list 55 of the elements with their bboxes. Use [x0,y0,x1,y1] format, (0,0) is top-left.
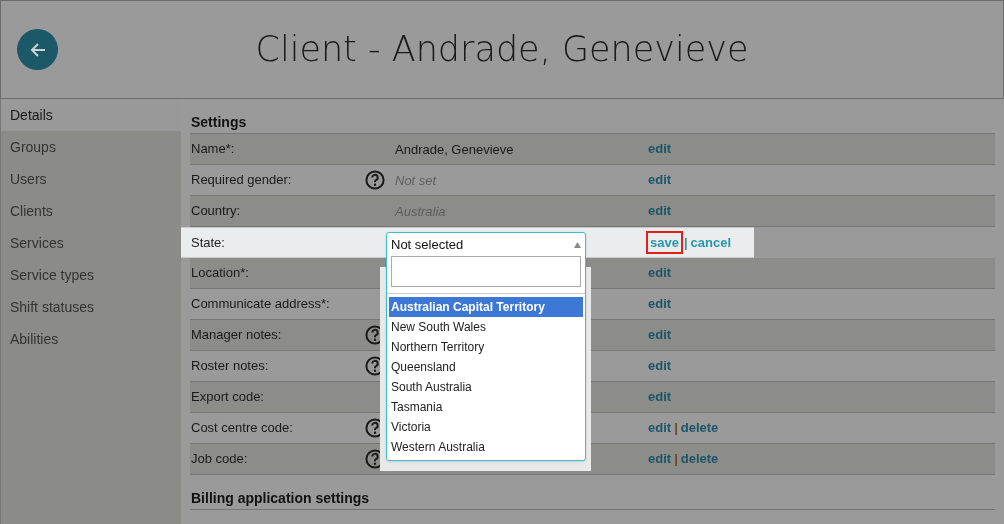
link-separator: | [674,450,678,469]
back-arrow-icon [28,40,47,59]
section-heading: Billing application settings [190,475,995,510]
dropdown-option[interactable]: Northern Territory [389,337,583,357]
field-label: State: [191,233,226,252]
field-label: Export code: [191,388,265,407]
field-label: Required gender: [191,171,293,190]
dropdown-option[interactable]: Tasmania [389,397,583,417]
field-label: Name*: [191,140,236,159]
field-value: Not set [395,173,437,188]
action-link[interactable]: edit [648,387,672,407]
dropdown-option[interactable]: South Australia [389,377,583,397]
field-label: Job code: [191,450,249,469]
sidebar-item[interactable]: Users [1,163,181,195]
sidebar-item[interactable]: Abilities [1,323,181,355]
sidebar-item[interactable]: Clients [1,195,181,227]
action-link[interactable]: edit [648,170,672,190]
field-label: Cost centre code: [191,419,294,438]
dropdown-option[interactable]: Victoria [389,417,583,437]
action-link[interactable]: edit [648,139,672,159]
back-button[interactable] [17,29,58,70]
action-link[interactable]: edit [648,449,672,469]
field-label: Roster notes: [191,357,270,376]
field-label: Location*: [191,264,250,283]
sidebar-item[interactable]: Shift statuses [1,291,181,323]
select-value: Not selected [391,235,464,254]
action-link[interactable]: edit [648,418,672,438]
search-field[interactable] [391,256,581,287]
field-label: Country: [191,202,242,221]
action-link[interactable]: edit [648,356,672,376]
help-icon[interactable] [365,170,385,190]
link-separator: | [683,233,688,252]
action-link[interactable]: edit [648,325,672,345]
dropdown-option[interactable]: Queensland [389,357,583,377]
state-dropdown[interactable]: Not selected Australian Capital Territory New South Wales Northern Territory Queensland South Australia Tasmania Victoria Western Australia [386,232,586,461]
action-link[interactable]: cancel [690,232,732,253]
sidebar-item[interactable]: Services [1,227,181,259]
sidebar-item[interactable]: Details [1,99,181,131]
action-link[interactable]: edit [648,201,672,221]
caret-icon [574,241,581,248]
save-link[interactable]: save [648,232,681,253]
dropdown-option[interactable]: Australian Capital Territory [389,297,583,317]
action-link[interactable]: edit [648,263,672,283]
dropdown-option[interactable]: New South Wales [389,317,583,337]
sidebar-item[interactable]: Service types [1,259,181,291]
link-separator: | [674,419,678,438]
page-title: Client - Andrade, Genevieve [255,28,749,72]
sidebar-item[interactable]: Groups [1,131,181,163]
field-label: Communicate address*: [191,295,331,314]
field-value: Andrade, Genevieve [395,142,514,157]
action-link[interactable]: delete [680,418,719,438]
action-link[interactable]: edit [648,294,672,314]
dropdown-option[interactable]: Western Australia [389,437,583,457]
field-label: Manager notes: [191,326,283,345]
action-link[interactable]: delete [680,449,719,469]
